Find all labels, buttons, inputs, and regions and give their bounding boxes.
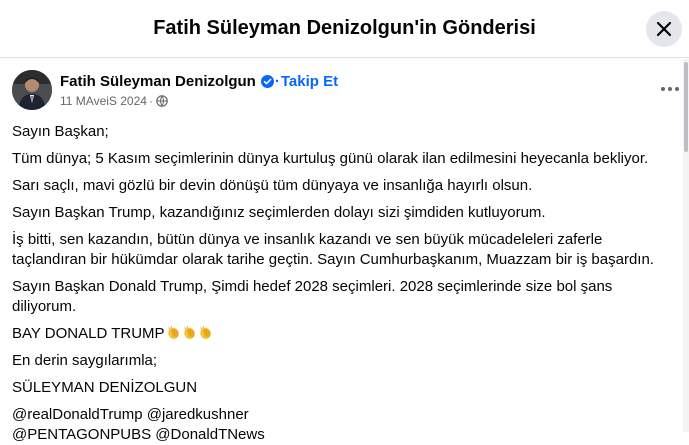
- separator-dot: ·: [274, 73, 280, 90]
- globe-icon: [156, 95, 168, 107]
- verified-badge-icon: [260, 75, 274, 88]
- more-options-button[interactable]: [660, 82, 680, 94]
- author-name[interactable]: Fatih Süleyman Denizolgun: [60, 73, 256, 90]
- post-body: Sayın Başkan; Tüm dünya; 5 Kasım seçimle…: [12, 122, 680, 445]
- meta-separator: ·: [148, 94, 153, 108]
- clapping-hands-emoji: [199, 325, 211, 339]
- clapping-hands-emoji: [183, 325, 195, 339]
- close-button[interactable]: [646, 11, 682, 47]
- post-paragraph: En derin saygılarımla;: [12, 352, 158, 369]
- post-author-row: Fatih Süleyman Denizolgun · Takip Et: [60, 73, 338, 90]
- post-paragraph: Sayın Başkan Donald Trump, Şimdi hedef 2…: [12, 278, 613, 315]
- post-mentions: @realDonaldTrump @jaredkushner @PENTAGON…: [12, 405, 680, 445]
- author-avatar[interactable]: [12, 70, 52, 110]
- post-paragraph-with-emoji: BAY DONALD TRUMP: [12, 324, 680, 344]
- post-meta: 11 MAveiS 2024 ·: [60, 94, 168, 108]
- post-paragraph: Sayın Başkan;: [12, 123, 109, 140]
- post-paragraph: İş bitti, sen kazandın, bütün dünya ve i…: [12, 231, 654, 268]
- mentions-line[interactable]: @PENTAGONPUBS @DonaldTNews: [12, 426, 265, 443]
- avatar-image: [12, 70, 52, 110]
- post-date[interactable]: 11 MAveiS 2024: [60, 94, 147, 108]
- follow-button[interactable]: Takip Et: [281, 73, 338, 90]
- scrollbar-thumb[interactable]: [684, 62, 688, 152]
- post-paragraph: BAY DONALD TRUMP: [12, 325, 165, 342]
- mentions-line[interactable]: @realDonaldTrump @jaredkushner: [12, 406, 249, 423]
- post-paragraph: Sayın Başkan Trump, kazandığınız seçimle…: [12, 204, 546, 221]
- clapping-hands-emoji: [167, 325, 179, 339]
- more-options-icon: [661, 87, 679, 91]
- dialog-title: Fatih Süleyman Denizolgun'in Gönderisi: [153, 17, 536, 39]
- post-paragraph: Tüm dünya; 5 Kasım seçimlerinin dünya ku…: [12, 150, 649, 167]
- dialog-header: Fatih Süleyman Denizolgun'in Gönderisi: [0, 0, 689, 58]
- post-paragraph: SÜLEYMAN DENİZOLGUN: [12, 379, 198, 396]
- close-icon: [656, 21, 672, 37]
- post-paragraph: Sarı saçlı, mavi gözlü bir devin dönüşü …: [12, 177, 533, 194]
